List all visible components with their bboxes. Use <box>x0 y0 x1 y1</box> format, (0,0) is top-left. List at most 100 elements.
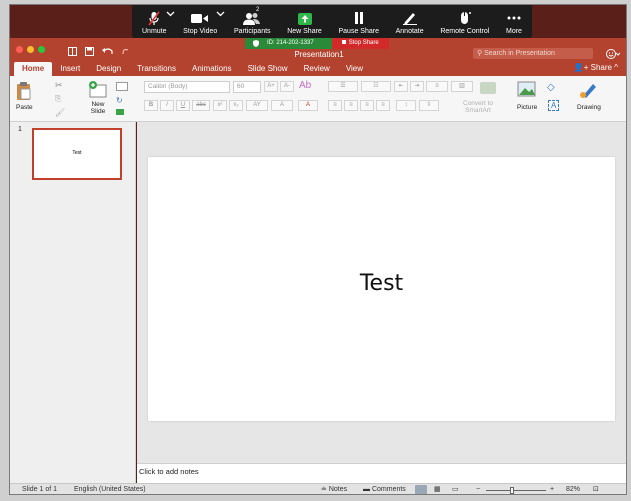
text-box-icon[interactable]: A <box>548 100 560 111</box>
align-center-button[interactable]: ≡ <box>344 100 358 111</box>
comment-icon: ▬ <box>363 486 372 493</box>
shield-icon <box>253 40 259 52</box>
align-right-button[interactable]: ≡ <box>360 100 374 111</box>
strikethrough-button[interactable]: abc <box>192 100 210 111</box>
ribbon-home: Paste ✂ ⎘ 🖌 New Slide ↻ Calibri (Body) 6… <box>10 76 626 122</box>
shapes-icon[interactable]: ◇ <box>547 82 555 93</box>
drawing-button[interactable]: Drawing <box>577 81 601 111</box>
picture-icon <box>517 81 536 97</box>
increase-font-size-button[interactable]: A+ <box>264 81 278 92</box>
status-bar: Slide 1 of 1 English (United States) ≐ N… <box>10 483 626 494</box>
unmute-label: Unmute <box>142 28 167 35</box>
cut-icon[interactable]: ✂ <box>55 80 63 91</box>
highlight-button[interactable]: A <box>271 100 293 111</box>
pause-share-label: Pause Share <box>338 28 379 35</box>
remote-control-button[interactable]: Remote Control <box>440 5 489 38</box>
slide-sorter-view-icon[interactable]: ▦ <box>434 484 441 494</box>
zoom-out-button[interactable]: − <box>476 484 480 494</box>
notes-icon: ≐ <box>321 486 329 493</box>
annotate-button[interactable]: Annotate <box>396 5 424 38</box>
decrease-font-size-button[interactable]: A- <box>280 81 294 92</box>
zoom-slider[interactable] <box>486 490 546 491</box>
superscript-button[interactable]: x² <box>213 100 227 111</box>
smartart-icon[interactable] <box>480 82 496 94</box>
text-effects-button[interactable]: AY <box>246 100 268 111</box>
stop-share-button[interactable]: Stop Share <box>331 38 389 49</box>
slide-thumbnail-text: Test <box>72 150 82 156</box>
search-input[interactable]: ⚲ Search in Presentation <box>473 48 593 59</box>
justify-button[interactable]: ≡ <box>376 100 390 111</box>
language-indicator[interactable]: English (United States) <box>74 484 146 494</box>
new-slide-label-1: New <box>91 101 105 108</box>
new-slide-label-2: Slide <box>90 108 106 115</box>
tab-review[interactable]: Review <box>296 62 338 76</box>
bullets-button[interactable]: ☰ <box>328 81 358 92</box>
tab-home[interactable]: Home <box>14 62 53 76</box>
bold-button[interactable]: B <box>144 100 158 111</box>
collapse-ribbon-icon[interactable]: ^ <box>614 63 618 72</box>
reading-view-icon[interactable]: ▭ <box>452 484 459 494</box>
normal-view-button[interactable] <box>415 485 427 494</box>
more-button[interactable]: More <box>506 5 522 38</box>
slide-thumbnails-pane: 1 Test <box>10 122 136 483</box>
mouse-icon <box>459 10 471 26</box>
copy-icon[interactable]: ⎘ <box>55 94 61 104</box>
section-icon[interactable] <box>116 109 124 115</box>
tab-animations[interactable]: Animations <box>184 62 240 76</box>
line-spacing-button[interactable]: ≡ <box>426 81 448 92</box>
subscript-button[interactable]: x₂ <box>229 100 243 111</box>
tab-transitions[interactable]: Transitions <box>129 62 184 76</box>
notes-pane[interactable]: Click to add notes <box>137 463 626 483</box>
tab-view[interactable]: View <box>338 62 371 76</box>
comments-toggle[interactable]: ▬ Comments <box>363 484 406 494</box>
participants-button[interactable]: 2 Participants <box>234 5 271 38</box>
convert-to-smartart-button[interactable]: Convert to SmartArt <box>463 100 493 114</box>
fit-to-window-icon[interactable]: ⊡ <box>593 484 599 494</box>
annotate-label: Annotate <box>395 28 424 35</box>
slide-title[interactable]: Test <box>148 271 615 296</box>
share-status-strip: ID: 214-202-1337 Stop Share <box>245 38 389 49</box>
numbering-button[interactable]: ☷ <box>361 81 391 92</box>
pencil-icon <box>402 10 418 26</box>
format-painter-icon[interactable]: 🖌 <box>55 108 65 117</box>
tab-design[interactable]: Design <box>88 62 129 76</box>
paste-button[interactable]: Paste <box>16 81 33 111</box>
new-share-button[interactable]: New Share <box>287 5 322 38</box>
reset-icon[interactable]: ↻ <box>116 96 123 105</box>
text-direction-button[interactable]: ↕ <box>396 100 416 111</box>
chevron-down-icon[interactable] <box>216 11 225 19</box>
pause-share-button[interactable]: Pause Share <box>338 5 379 38</box>
more-dots-icon <box>507 10 521 26</box>
add-person-icon: 👤+ <box>573 63 591 72</box>
chevron-down-icon[interactable] <box>166 11 175 19</box>
font-name-select[interactable]: Calibri (Body) <box>144 81 230 93</box>
italic-button[interactable]: I <box>160 100 174 111</box>
stop-video-button[interactable]: Stop Video <box>183 5 225 38</box>
tab-slide-show[interactable]: Slide Show <box>240 62 296 76</box>
slide-thumbnail[interactable]: Test <box>32 128 122 180</box>
decrease-indent-button[interactable]: ⇤ <box>394 81 408 92</box>
layout-icon[interactable] <box>116 82 128 91</box>
share-button[interactable]: 👤+ Share ^ <box>574 63 618 72</box>
picture-button[interactable]: Picture <box>517 81 537 111</box>
increase-indent-button[interactable]: ⇥ <box>410 81 424 92</box>
tab-insert[interactable]: Insert <box>52 62 88 76</box>
font-color-button[interactable]: A <box>298 100 318 111</box>
columns-button[interactable]: ▥ <box>451 81 473 92</box>
new-slide-button[interactable]: New Slide <box>88 81 108 115</box>
new-share-label: New Share <box>287 28 322 35</box>
paste-label: Paste <box>16 104 33 111</box>
slide-count: Slide 1 of 1 <box>22 486 58 493</box>
align-text-button[interactable]: ⇳ <box>419 100 439 111</box>
align-left-button[interactable]: ≡ <box>328 100 342 111</box>
zoom-in-button[interactable]: + <box>550 484 554 494</box>
comments-label: Comments <box>371 486 406 493</box>
font-size-select[interactable]: 60 <box>233 81 261 93</box>
zoom-slider-thumb[interactable] <box>510 487 514 494</box>
notes-toggle[interactable]: ≐ Notes <box>321 484 347 494</box>
underline-button[interactable]: U <box>176 100 190 111</box>
stop-share-label: Stop Share <box>348 40 379 46</box>
slide-canvas[interactable]: Test <box>148 157 615 421</box>
clear-formatting-icon[interactable]: Ab <box>299 80 311 91</box>
unmute-button[interactable]: Unmute <box>142 5 174 38</box>
